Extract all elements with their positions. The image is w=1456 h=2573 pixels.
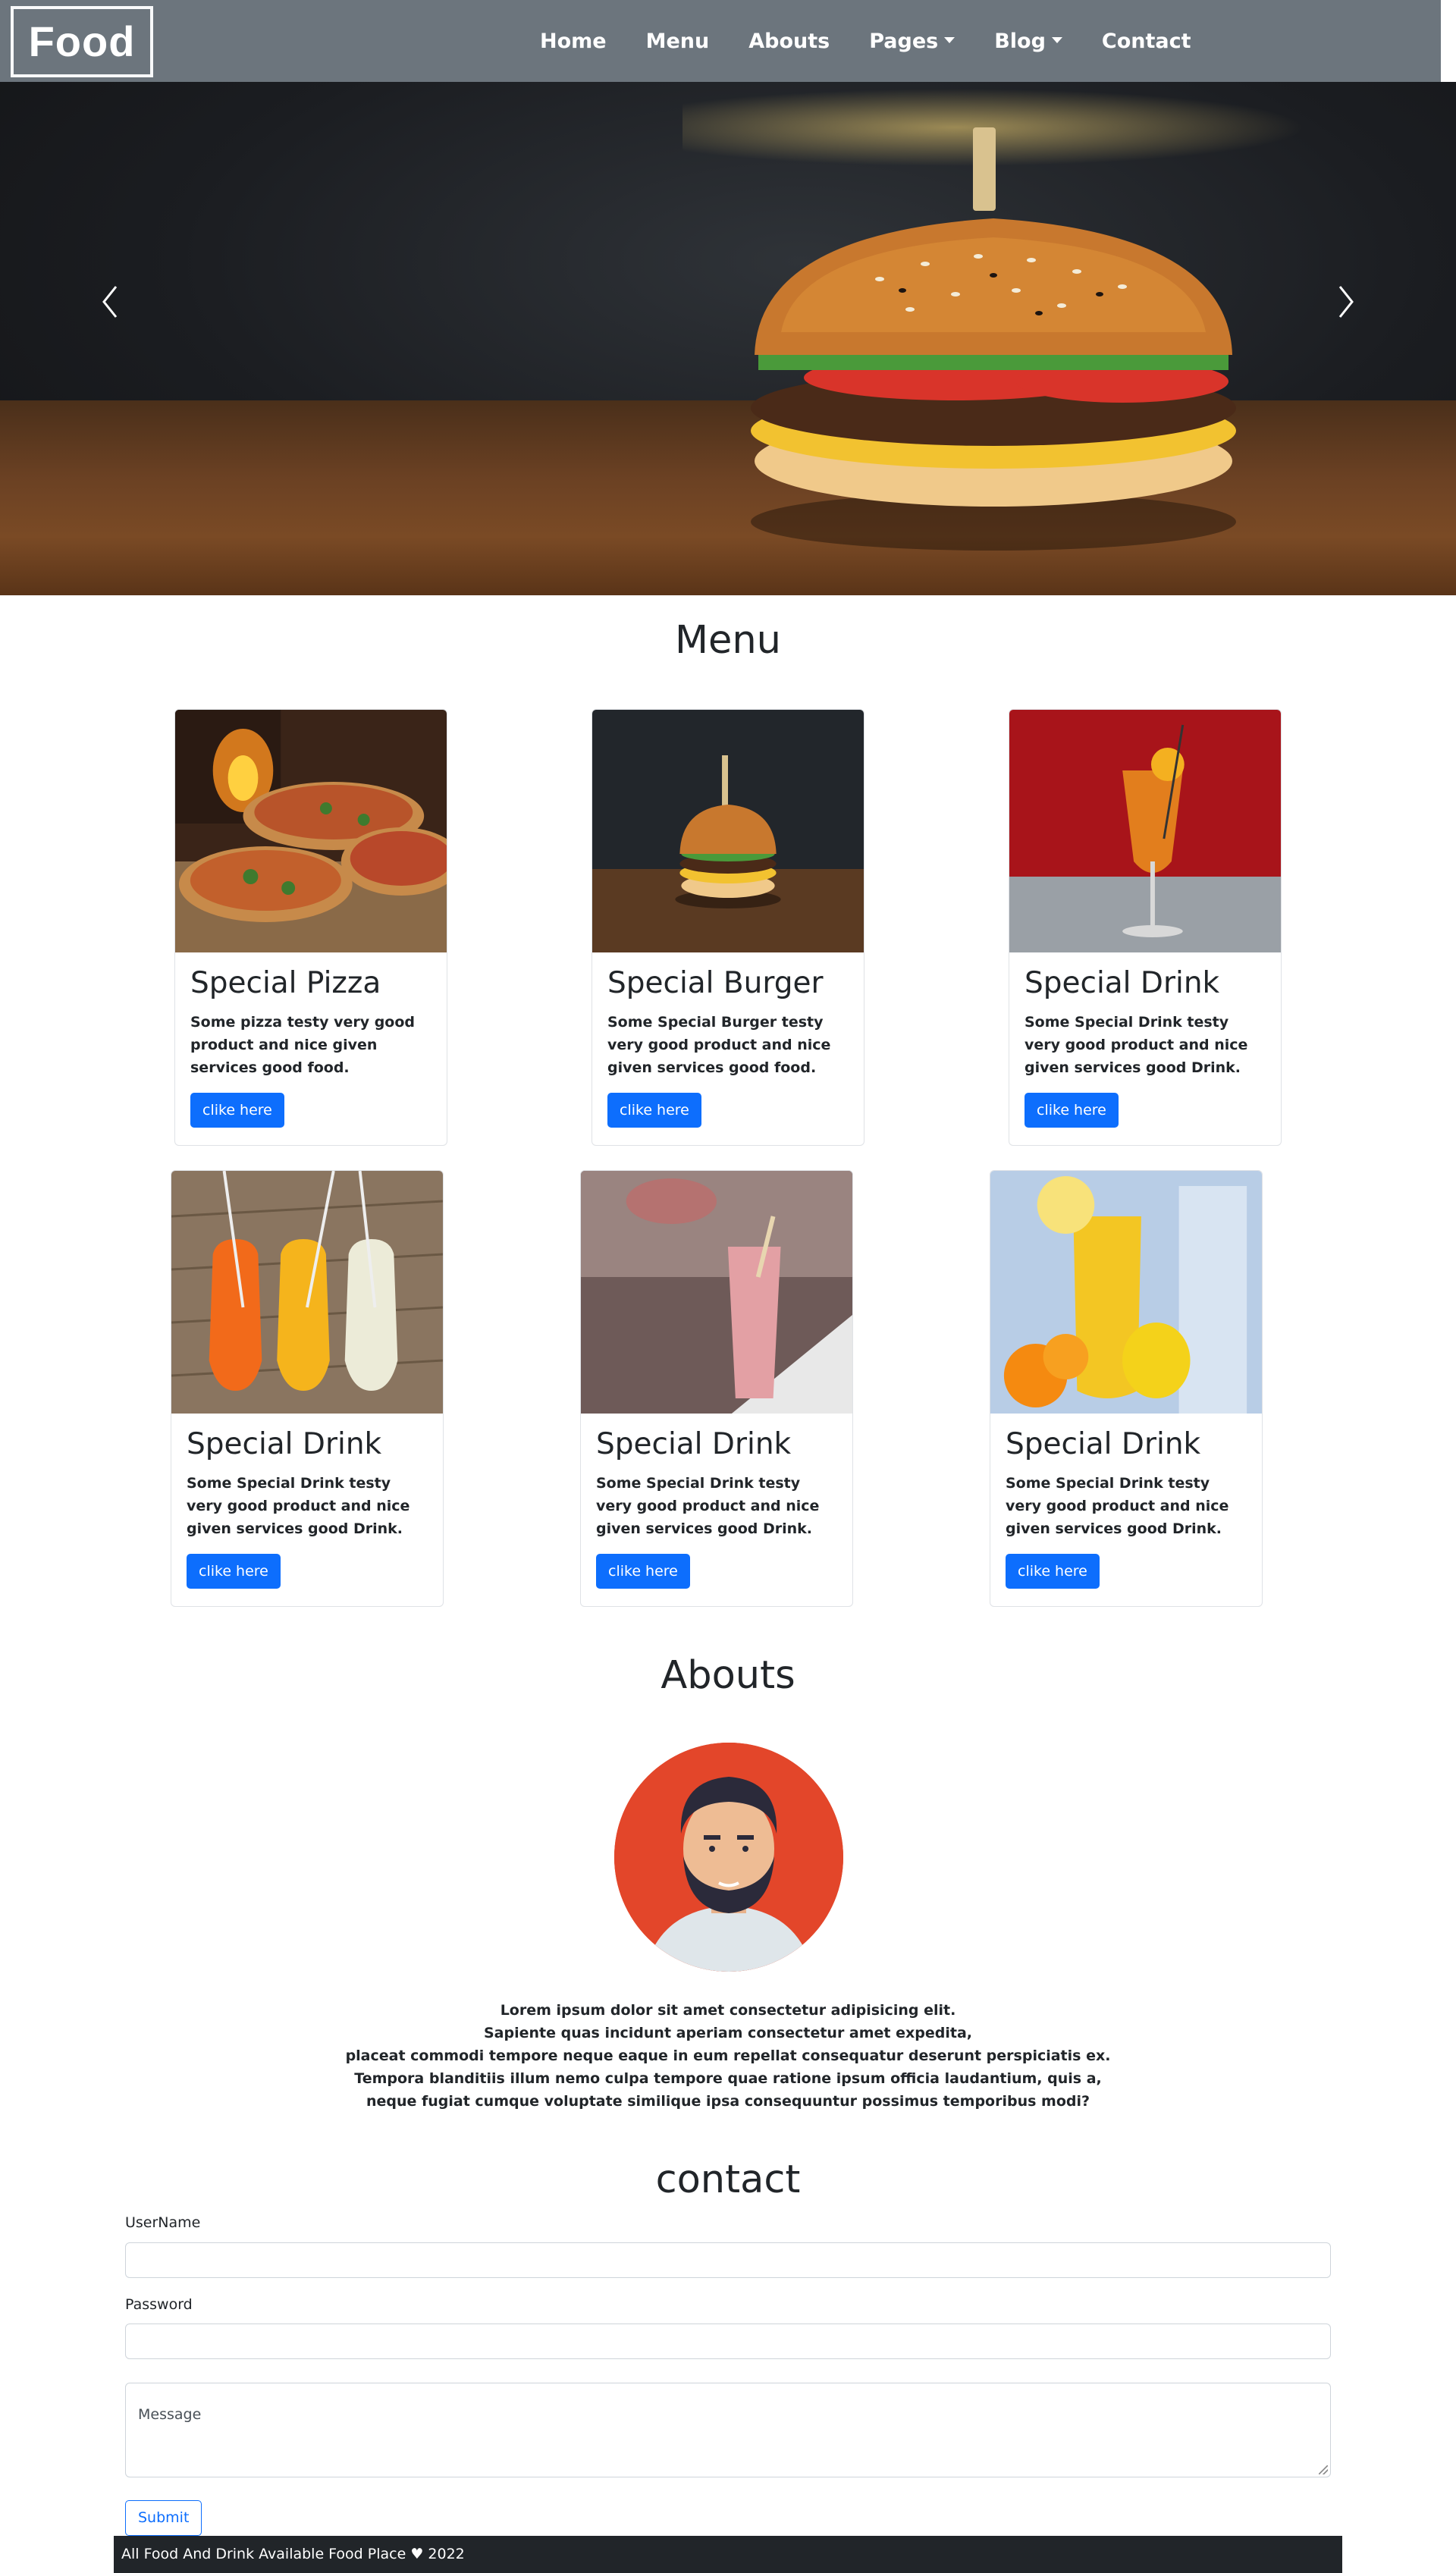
nav-contact-label: Contact — [1101, 29, 1191, 53]
card-button[interactable]: clike here — [607, 1092, 701, 1128]
resize-grip-icon[interactable] — [1319, 2465, 1328, 2474]
message-placeholder: Message — [138, 2406, 202, 2423]
avatar-illustration — [614, 1743, 843, 1972]
about-line: placeat commodi tempore neque eaque in e… — [345, 2047, 1111, 2064]
nav-blog-dropdown[interactable]: Blog — [974, 30, 1082, 53]
nav-menu-label: Menu — [645, 29, 710, 53]
burger-card-image — [592, 710, 864, 952]
about-line: Tempora blanditiis illum nemo culpa temp… — [354, 2070, 1102, 2087]
card-text: Some Special Drink testy very good produ… — [1006, 1474, 1229, 1537]
card-title: Special Drink — [187, 1427, 382, 1461]
drink-image — [1009, 710, 1281, 952]
card-title: Special Burger — [607, 966, 824, 1000]
about-line: Lorem ipsum dolor sit amet consectetur a… — [500, 2002, 956, 2019]
brand-logo[interactable]: Food X — [11, 6, 153, 130]
password-field[interactable] — [125, 2324, 1331, 2359]
nav-contact[interactable]: Contact — [1082, 30, 1211, 53]
menu-card-drink-4: Special Drink Some Special Drink testy v… — [990, 1170, 1263, 1607]
drinks-image — [171, 1171, 443, 1414]
card-title: Special Pizza — [190, 966, 381, 1000]
username-label: UserName — [125, 2214, 201, 2231]
nav-home-label: Home — [540, 29, 607, 53]
about-text: Lorem ipsum dolor sit amet consectetur a… — [273, 1999, 1183, 2113]
card-title: Special Drink — [596, 1427, 792, 1461]
carousel-prev-icon[interactable] — [87, 271, 133, 332]
card-button[interactable]: clike here — [1006, 1553, 1100, 1589]
nav-menu: Home Menu Abouts Pages Blog Contact — [520, 0, 1211, 82]
smoothie-image — [581, 1171, 852, 1414]
card-text: Some Special Drink testy very good produ… — [596, 1474, 820, 1537]
submit-button[interactable]: Submit — [125, 2500, 202, 2536]
nav-pages-label: Pages — [869, 29, 939, 53]
nav-pages-dropdown[interactable]: Pages — [849, 30, 974, 53]
menu-section-title: Menu — [674, 618, 782, 663]
card-button[interactable]: clike here — [187, 1553, 281, 1589]
card-title: Special Drink — [1006, 1427, 1201, 1461]
message-field[interactable]: Message — [125, 2383, 1331, 2477]
nav-abouts-label: Abouts — [748, 29, 830, 53]
menu-card-drink-1: Special Drink Some Special Drink testy v… — [1009, 709, 1282, 1146]
menu-card-drink-2: Special Drink Some Special Drink testy v… — [171, 1170, 444, 1607]
username-field[interactable] — [125, 2242, 1331, 2278]
hero-carousel — [0, 82, 1456, 595]
pizza-image — [175, 710, 447, 952]
card-text: Some Special Drink testy very good produ… — [187, 1474, 410, 1537]
card-text: Some Special Burger testy very good prod… — [607, 1013, 831, 1076]
caret-down-icon — [944, 37, 956, 43]
orange-juice-image — [990, 1171, 1262, 1414]
caret-down-icon — [1051, 37, 1062, 43]
menu-card-burger: Special Burger Some Special Burger testy… — [592, 709, 864, 1146]
card-text: Some pizza testy very good product and n… — [190, 1013, 416, 1076]
nav-menu-link[interactable]: Menu — [626, 30, 730, 53]
card-button[interactable]: clike here — [596, 1553, 690, 1589]
avatar — [614, 1743, 843, 1972]
card-button[interactable]: clike here — [190, 1092, 284, 1128]
navbar: Food X Home Menu Abouts Pages Blog Conta… — [0, 0, 1441, 130]
about-section-title: Abouts — [661, 1653, 795, 1698]
card-button[interactable]: clike here — [1025, 1092, 1119, 1128]
carousel-next-icon[interactable] — [1323, 271, 1369, 332]
about-line: neque fugiat cumque voluptate similique … — [366, 2093, 1090, 2110]
contact-section-title: contact — [655, 2157, 801, 2202]
burger-image — [751, 127, 1236, 551]
about-line: Sapiente quas incidunt aperiam consectet… — [483, 2025, 972, 2041]
menu-card-drink-3: Special Drink Some Special Drink testy v… — [580, 1170, 853, 1607]
nav-home[interactable]: Home — [520, 30, 626, 53]
footer: All Food And Drink Available Food Place … — [114, 2536, 1342, 2573]
card-title: Special Drink — [1025, 966, 1220, 1000]
card-text: Some Special Drink testy very good produ… — [1025, 1013, 1248, 1076]
menu-card-pizza: Special Pizza Some pizza testy very good… — [174, 709, 447, 1146]
nav-blog-label: Blog — [994, 29, 1046, 53]
nav-abouts[interactable]: Abouts — [729, 30, 849, 53]
password-label: Password — [125, 2296, 193, 2313]
